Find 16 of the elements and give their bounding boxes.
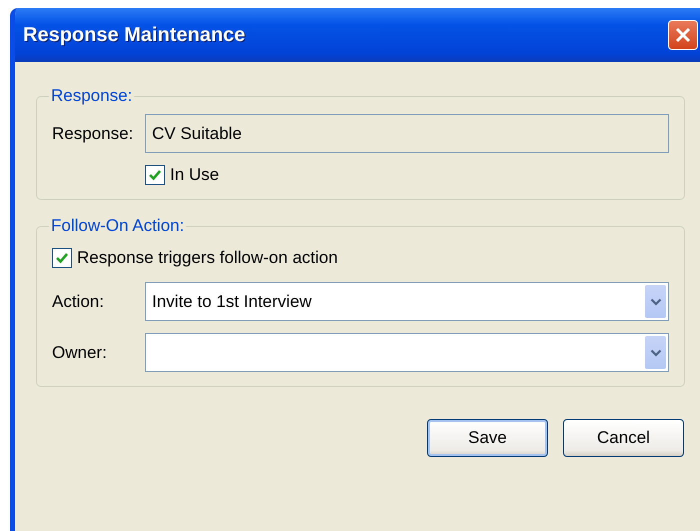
close-icon bbox=[673, 25, 693, 45]
field-label: Action: bbox=[52, 292, 105, 312]
field-label: Response: bbox=[52, 124, 134, 144]
window-title: Response Maintenance bbox=[23, 24, 246, 46]
checkmark-icon bbox=[148, 168, 162, 182]
checkbox[interactable] bbox=[52, 248, 72, 268]
dialog-button[interactable]: Save bbox=[427, 419, 548, 457]
dropdown-field[interactable] bbox=[145, 333, 669, 372]
close-button[interactable] bbox=[668, 20, 698, 50]
group-title: Response: bbox=[50, 86, 134, 106]
group-title: Follow-On Action: bbox=[50, 216, 186, 236]
dropdown-field[interactable]: Invite to 1st Interview bbox=[145, 282, 669, 321]
checkbox-label[interactable]: Response triggers follow-on action bbox=[77, 248, 338, 268]
checkmark-icon bbox=[55, 251, 69, 265]
dialog-button[interactable]: Cancel bbox=[563, 419, 684, 457]
field-label: Owner: bbox=[52, 342, 108, 362]
